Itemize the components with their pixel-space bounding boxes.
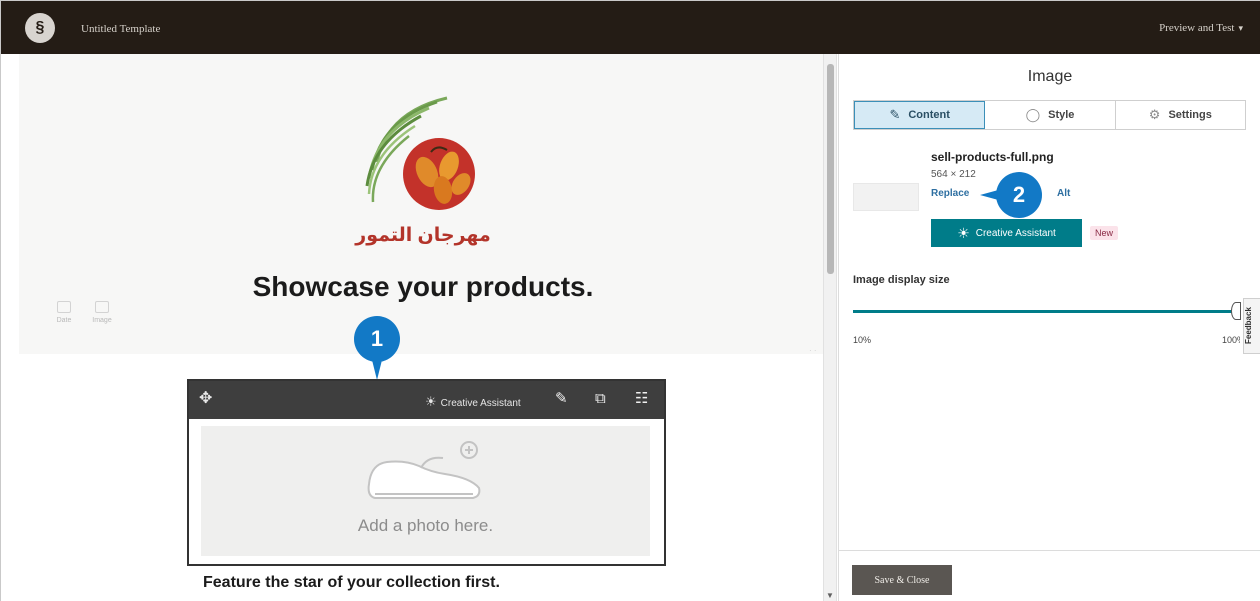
headline-text[interactable]: Showcase your products. [19,271,827,303]
dates-festival-logo [365,96,475,210]
hero-handle-dots: · · [809,346,817,355]
image-thumbnail [853,183,919,211]
block-toolbar: ✥ ☀ Creative Assistant ✎ ⧉ ☷ [189,381,664,419]
slider-handle[interactable] [1231,302,1241,320]
caption-text[interactable]: Feature the star of your collection firs… [203,574,500,592]
hero-tools: Date Image [47,299,127,339]
new-badge: New [1090,226,1119,240]
display-size-slider[interactable] [853,310,1237,313]
image-icon [95,301,109,313]
creative-assistant-icon: ☀ [425,394,437,409]
alt-text-link[interactable]: Alt [1057,188,1070,199]
panel-tabs: ✎ Content ◯ Style ⚙ Settings [853,100,1246,130]
pencil-icon: ✎ [889,107,901,122]
date-tool-label: Date [56,317,72,324]
save-and-close-button[interactable]: Save & Close [852,565,952,595]
image-file-name: sell-products-full.png [931,150,1054,164]
chevron-down-icon: ▾ [1238,23,1243,33]
move-icon[interactable]: ✥ [199,391,212,407]
image-tool-label: Image [92,317,112,324]
edit-icon[interactable]: ✎ [555,390,568,408]
creative-assistant-label: Creative Assistant [975,227,1056,239]
panel-title: Image [1027,68,1073,85]
delete-icon[interactable]: ☷ [635,390,648,408]
feedback-tab[interactable]: Feedback [1243,298,1260,354]
app-window: § Untitled Template Preview and Test ▾ م… [0,0,1260,601]
canvas-scrollbar[interactable]: ▼ [823,54,837,601]
shoe-placeholder-icon [367,441,481,499]
creative-assistant-toolbar-label: Creative Assistant [440,398,521,409]
duplicate-icon[interactable]: ⧉ [595,390,606,408]
creative-assistant-toolbar-button[interactable]: ☀ Creative Assistant [425,394,521,410]
slider-max-label: 100% [1222,335,1240,345]
email-canvas: مهرجان التمور Showcase your products. Da… [1,54,839,601]
gear-icon: ⚙ [1148,107,1161,122]
panel-footer: Save & Close [839,550,1260,601]
hero-section[interactable]: مهرجان التمور Showcase your products. Da… [19,54,827,355]
image-display-size-label: Image display size [853,274,950,286]
template-title[interactable]: Untitled Template [81,23,160,35]
scrollbar-thumb[interactable] [827,64,834,274]
tab-settings-label: Settings [1168,109,1212,121]
callout-badge-2: 2 [980,172,1042,218]
brand-name-arabic: مهرجان التمور [355,225,491,246]
replace-image-link[interactable]: Replace [931,188,969,199]
preview-label: Preview and Test [1159,22,1235,34]
image-content-block[interactable]: ✥ ☀ Creative Assistant ✎ ⧉ ☷ Add a photo … [187,379,666,566]
style-icon: ◯ [1025,107,1041,122]
slider-min-label: 10% [853,335,872,345]
top-bar: § Untitled Template Preview and Test ▾ [1,1,1260,54]
tab-content-label: Content [908,109,950,121]
scroll-down-icon[interactable]: ▼ [826,591,834,600]
tab-content[interactable]: ✎ Content [854,101,986,129]
tab-style[interactable]: ◯ Style [985,101,1116,129]
app-logo-icon[interactable]: § [25,13,55,43]
tab-settings[interactable]: ⚙ Settings [1116,101,1245,129]
preview-and-test-button[interactable]: Preview and Test ▾ [1159,22,1243,34]
image-settings-panel: Image ✎ Content ◯ Style ⚙ Settings sell-pro… [838,54,1260,601]
image-tool[interactable]: Image [85,299,119,339]
tab-style-label: Style [1048,109,1075,121]
date-tool[interactable]: Date [47,299,81,339]
creative-assistant-icon: ☀ [957,224,970,241]
creative-assistant-button[interactable]: ☀ Creative Assistant [931,219,1082,247]
image-dimensions: 564 × 212 [931,169,976,180]
callout-badge-1: 1 [354,316,400,380]
image-placeholder[interactable]: Add a photo here. [201,426,650,556]
add-photo-text: Add a photo here. [357,516,494,535]
date-icon [57,301,71,313]
